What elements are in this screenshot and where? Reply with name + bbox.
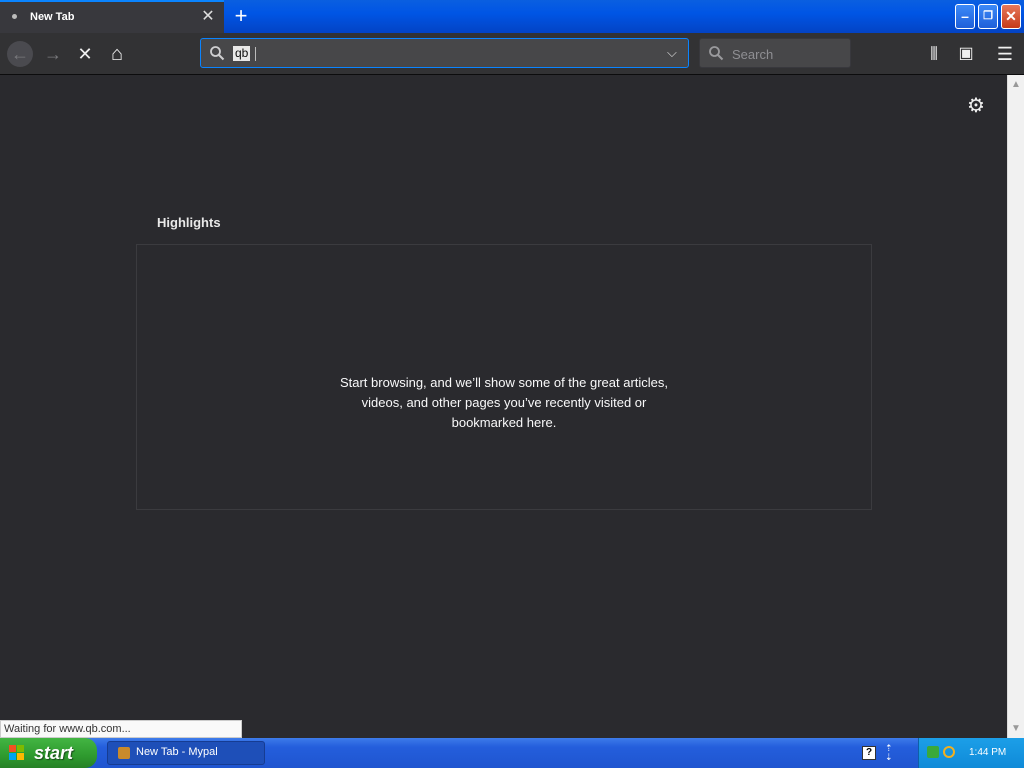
highlights-heading: Highlights xyxy=(157,215,221,230)
taskbar-window-button[interactable]: New Tab - Mypal xyxy=(107,741,265,765)
highlights-message: Start browsing, and we’ll show some of t… xyxy=(137,373,871,433)
text-cursor xyxy=(255,47,258,61)
title-bar: New Tab ✕ + – ❐ ✕ xyxy=(0,0,1024,34)
new-tab-button[interactable]: + xyxy=(230,4,252,28)
back-button[interactable]: ← xyxy=(7,41,33,67)
hamburger-menu-icon: ☰ xyxy=(996,44,1014,64)
windows-flag-icon xyxy=(9,745,25,761)
tab-new-tab[interactable]: New Tab ✕ xyxy=(0,0,224,34)
system-tray: 1:44 PM xyxy=(918,738,1024,768)
search-placeholder: Search xyxy=(732,47,774,62)
tray-expand-icon[interactable]: ⇡ ⇣ xyxy=(885,744,893,762)
highlights-message-line: Start browsing, and we’ll show some of t… xyxy=(339,375,669,390)
stop-icon: ✕ xyxy=(77,44,93,64)
search-icon xyxy=(708,45,724,66)
home-icon: ⌂ xyxy=(110,43,124,65)
start-button[interactable]: start xyxy=(0,738,97,768)
vertical-scrollbar[interactable]: ▲ ▼ xyxy=(1007,75,1024,738)
search-box[interactable]: Search xyxy=(699,38,851,68)
gear-icon[interactable]: ⚙ xyxy=(967,93,985,118)
search-icon xyxy=(209,45,225,66)
scroll-up-icon[interactable]: ▲ xyxy=(1011,79,1021,90)
status-panel: Waiting for www.qb.com... xyxy=(0,720,242,738)
home-button[interactable]: ⌂ xyxy=(104,41,130,67)
taskbar-window-label: New Tab - Mypal xyxy=(136,746,218,758)
library-button[interactable]: ⫴ xyxy=(921,41,947,67)
stop-button[interactable]: ✕ xyxy=(72,41,98,67)
menu-button[interactable]: ☰ xyxy=(992,41,1018,67)
sidebar-icon: ▣ xyxy=(958,45,974,62)
url-input-value[interactable]: qb xyxy=(233,46,251,61)
tab-close-icon[interactable]: ✕ xyxy=(200,8,216,26)
highlights-message-line: videos, and other pages you’ve recently … xyxy=(361,395,647,410)
clock: 1:44 PM xyxy=(969,747,1007,758)
navigation-toolbar: ← → ✕ ⌂ qb ⌵ Search ⫴ ▣ ☰ xyxy=(0,33,1024,75)
highlights-message-line: bookmarked here. xyxy=(451,415,557,430)
library-icon: ⫴ xyxy=(930,44,938,64)
forward-arrow-icon: → xyxy=(44,44,62,64)
minimize-button[interactable]: – xyxy=(955,4,975,29)
restore-button[interactable]: ❐ xyxy=(978,4,998,29)
forward-button[interactable]: → xyxy=(40,41,66,67)
close-window-button[interactable]: ✕ xyxy=(1001,4,1021,29)
start-label: start xyxy=(34,743,74,763)
help-icon[interactable]: ? xyxy=(862,746,876,760)
taskbar: start New Tab - Mypal ? ⇡ ⇣ 1:44 PM xyxy=(0,738,1024,768)
network-icon[interactable] xyxy=(927,746,939,758)
search-tray-icon[interactable] xyxy=(943,746,955,758)
tab-favicon-icon xyxy=(12,14,17,19)
url-bar[interactable]: qb ⌵ xyxy=(200,38,689,68)
highlights-empty-state: Start browsing, and we’ll show some of t… xyxy=(136,244,872,510)
tab-title: New Tab xyxy=(30,11,75,23)
back-arrow-icon: ← xyxy=(11,44,29,64)
dropdown-chevron-icon[interactable]: ⌵ xyxy=(667,45,677,61)
sidebar-button[interactable]: ▣ xyxy=(953,41,979,67)
app-icon xyxy=(118,747,130,759)
new-tab-page: ⚙ Highlights Start browsing, and we’ll s… xyxy=(0,75,1007,738)
scroll-down-icon[interactable]: ▼ xyxy=(1011,723,1021,734)
